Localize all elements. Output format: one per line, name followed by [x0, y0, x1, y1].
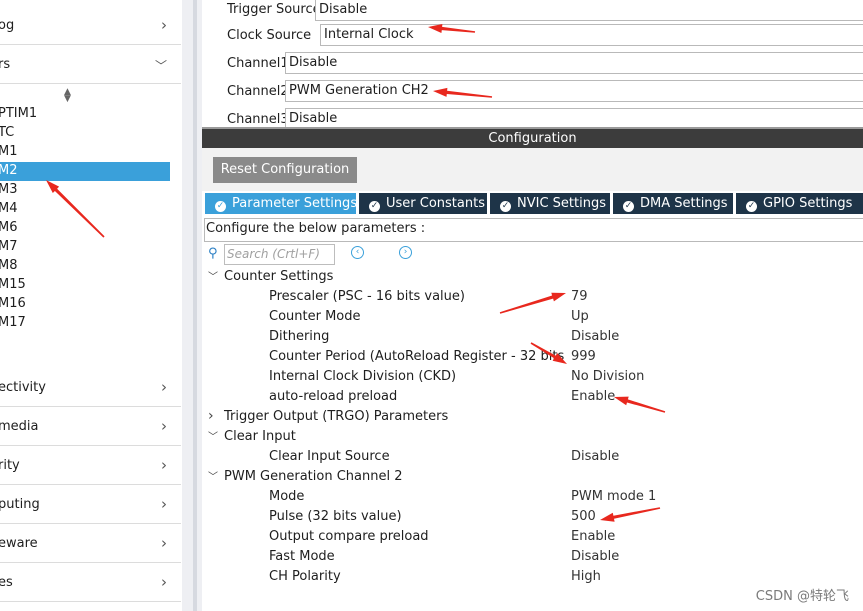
red-arrow-icon	[46, 180, 105, 238]
red-arrow-icon	[428, 24, 476, 33]
annotation-arrows	[46, 24, 666, 522]
red-arrow-icon	[530, 342, 567, 364]
annotation-overlay	[46, 24, 666, 522]
red-arrow-icon	[600, 507, 661, 522]
watermark: CSDN @特轮飞	[755, 589, 849, 604]
red-arrow-icon	[433, 87, 493, 98]
red-arrow-icon	[614, 396, 666, 413]
red-arrow-icon	[499, 292, 566, 314]
